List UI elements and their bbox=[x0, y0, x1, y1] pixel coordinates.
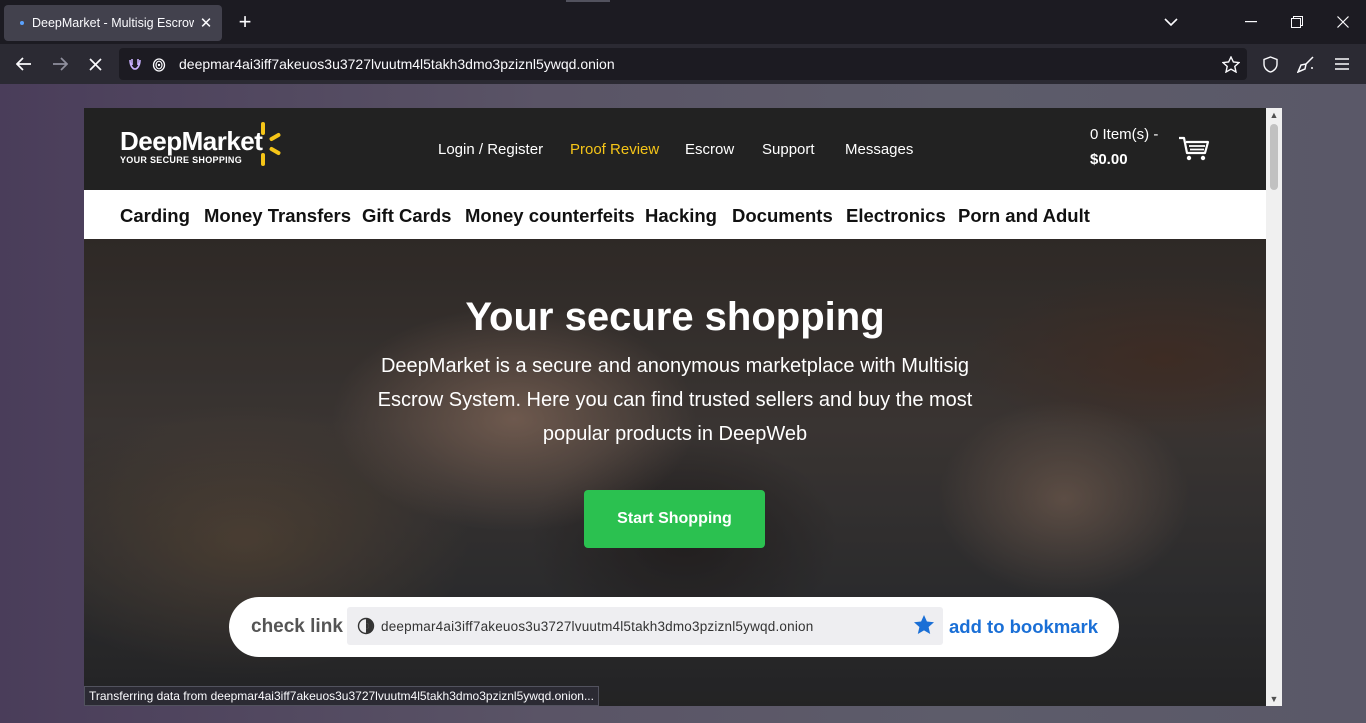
status-bar: Transferring data from deepmar4ai3iff7ak… bbox=[84, 686, 599, 706]
category-bar: Carding Money Transfers Gift Cards Money… bbox=[84, 190, 1266, 239]
hamburger-menu-icon[interactable] bbox=[1326, 48, 1358, 80]
category-money-transfers[interactable]: Money Transfers bbox=[204, 205, 351, 227]
site-container: DeepMarket YOUR SECURE SHOPPING Login / … bbox=[84, 108, 1282, 706]
onion-logo-icon bbox=[357, 617, 375, 635]
site-header: DeepMarket YOUR SECURE SHOPPING Login / … bbox=[84, 108, 1266, 190]
site-logo[interactable]: DeepMarket YOUR SECURE SHOPPING bbox=[120, 126, 263, 165]
menu-escrow[interactable]: Escrow bbox=[685, 141, 734, 158]
category-gift-cards[interactable]: Gift Cards bbox=[362, 205, 451, 227]
back-arrow-icon[interactable] bbox=[8, 48, 40, 80]
shield-icon[interactable] bbox=[1254, 48, 1286, 80]
page-scrollbar[interactable]: ▲ ▼ bbox=[1266, 108, 1282, 706]
tor-circuit-icon[interactable] bbox=[123, 52, 147, 76]
url-bar[interactable]: deepmar4ai3iff7akeuos3u3727lvuutm4l5takh… bbox=[119, 48, 1247, 80]
new-identity-broom-icon[interactable] bbox=[1290, 48, 1322, 80]
new-tab-button[interactable]: + bbox=[233, 10, 257, 34]
menu-messages[interactable]: Messages bbox=[845, 141, 913, 158]
start-shopping-button[interactable]: Start Shopping bbox=[584, 490, 765, 548]
category-money-counterfeits[interactable]: Money counterfeits bbox=[465, 205, 635, 227]
shopping-cart-icon[interactable] bbox=[1178, 136, 1210, 162]
category-hacking[interactable]: Hacking bbox=[645, 205, 717, 227]
onion-address-field[interactable]: deepmar4ai3iff7akeuos3u3727lvuutm4l5takh… bbox=[347, 607, 943, 645]
add-to-bookmark-link[interactable]: add to bookmark bbox=[949, 616, 1098, 638]
logo-name: DeepMarket bbox=[120, 126, 263, 156]
hero-title: Your secure shopping bbox=[465, 295, 885, 339]
stop-loading-icon[interactable] bbox=[79, 48, 111, 80]
category-documents[interactable]: Documents bbox=[732, 205, 833, 227]
url-text[interactable]: deepmar4ai3iff7akeuos3u3727lvuutm4l5takh… bbox=[179, 56, 615, 72]
menu-login-register[interactable]: Login / Register bbox=[438, 141, 543, 158]
tab-strip: DeepMarket - Multisig Escrow M ✕ + bbox=[0, 0, 1366, 44]
forward-arrow-icon[interactable] bbox=[44, 48, 76, 80]
cart-summary[interactable]: 0 Item(s) - $0.00 bbox=[1090, 126, 1158, 168]
check-link-bar: check link deepmar4ai3iff7akeuos3u3727lv… bbox=[229, 597, 1119, 657]
logo-tagline: YOUR SECURE SHOPPING bbox=[120, 155, 243, 165]
scroll-down-icon[interactable]: ▼ bbox=[1266, 692, 1282, 706]
hero-banner: Your secure shopping DeepMarket is a sec… bbox=[84, 239, 1266, 706]
onion-address: deepmar4ai3iff7akeuos3u3727lvuutm4l5takh… bbox=[381, 618, 814, 634]
menu-support[interactable]: Support bbox=[762, 141, 815, 158]
menu-proof-review[interactable]: Proof Review bbox=[570, 141, 659, 158]
spark-logo-icon bbox=[261, 122, 281, 166]
tab-title: DeepMarket - Multisig Escrow M bbox=[32, 16, 194, 30]
bookmark-star-icon[interactable] bbox=[1215, 48, 1247, 80]
hero-lead: DeepMarket is a secure and anonymous mar… bbox=[377, 355, 973, 445]
bookmark-star-filled-icon[interactable] bbox=[913, 614, 935, 636]
category-carding[interactable]: Carding bbox=[120, 205, 190, 227]
close-window-icon[interactable] bbox=[1320, 0, 1366, 44]
page-viewport: DeepMarket YOUR SECURE SHOPPING Login / … bbox=[0, 84, 1366, 723]
drag-indicator bbox=[566, 0, 610, 2]
tab-list-chevron-icon[interactable] bbox=[1148, 0, 1194, 44]
tab-close-icon[interactable]: ✕ bbox=[198, 14, 214, 32]
navigation-bar: deepmar4ai3iff7akeuos3u3727lvuutm4l5takh… bbox=[0, 44, 1366, 84]
onion-icon[interactable] bbox=[147, 52, 171, 76]
category-electronics[interactable]: Electronics bbox=[846, 205, 946, 227]
restore-icon[interactable] bbox=[1274, 0, 1320, 44]
cart-items: 0 Item(s) - bbox=[1090, 126, 1159, 143]
scrollbar-thumb[interactable] bbox=[1270, 124, 1278, 190]
loading-dot-icon bbox=[20, 21, 24, 25]
category-porn-and-adult[interactable]: Porn and Adult bbox=[958, 205, 1090, 227]
cart-total: $0.00 bbox=[1090, 151, 1128, 168]
browser-tab[interactable]: DeepMarket - Multisig Escrow M ✕ bbox=[4, 5, 222, 41]
check-link-label: check link bbox=[251, 616, 343, 637]
scroll-up-icon[interactable]: ▲ bbox=[1266, 108, 1282, 122]
minimize-icon[interactable] bbox=[1228, 0, 1274, 44]
